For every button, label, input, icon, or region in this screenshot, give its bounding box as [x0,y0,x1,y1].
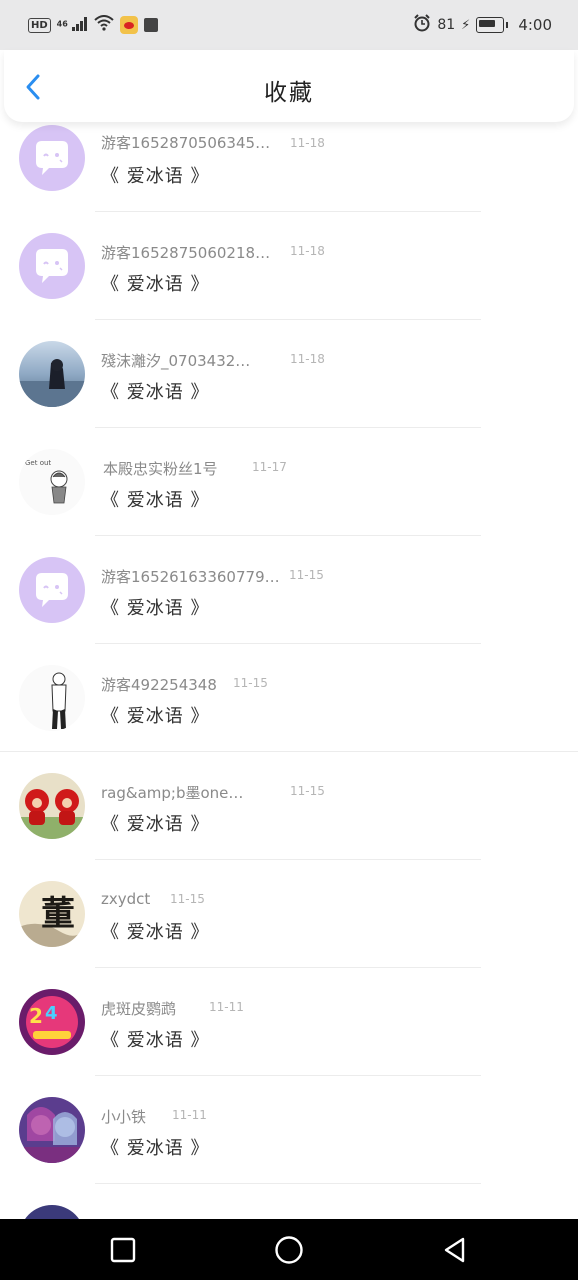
divider [95,1075,481,1076]
recents-button[interactable] [93,1225,153,1275]
avatar[interactable] [19,557,85,623]
list-item[interactable]: Get out 本殿忠实粉丝1号 11-17 《 爱冰语 》 [0,444,578,552]
list-item[interactable]: 24 虎斑皮鹦鹉 11-11 《 爱冰语 》 [0,984,578,1092]
calendar-icon [143,18,158,32]
novel-title[interactable]: 《 爱冰语 》 [101,486,209,512]
date: 11-15 [290,784,325,798]
novel-title[interactable]: 《 爱冰语 》 [101,810,209,836]
hd-icon: HD [28,17,51,33]
avatar[interactable] [19,1097,85,1163]
page-title: 收藏 [264,80,314,106]
date: 11-17 [252,460,287,474]
novel-title[interactable]: 《 爱冰语 》 [101,918,209,944]
svg-text:董: 董 [41,894,75,934]
username: 游客492254348 [101,676,217,694]
app-header: 收藏 [4,50,574,122]
signal-label: 46 [56,18,68,28]
avatar[interactable]: 董 [19,881,85,947]
username: 本殿忠实粉丝1号 [103,460,218,478]
signal-icon: 46 [56,16,88,34]
favorites-list: 游客1652870506345… 11-18 《 爱冰语 》 游客1652875… [0,120,578,1280]
triangle-back-icon [444,1237,465,1262]
battery-tip [506,22,509,28]
status-bar: HD 46 81 ⚡ 4:00 [0,0,578,50]
date: 11-18 [290,136,325,150]
divider [95,643,481,644]
avatar[interactable]: 24 [19,989,85,1055]
divider [95,319,481,320]
date: 11-18 [290,244,325,258]
username: 游客1652875060218… [101,244,271,262]
divider [95,427,481,428]
novel-title[interactable]: 《 爱冰语 》 [101,1134,209,1160]
weibo-icon [119,16,138,34]
avatar[interactable] [19,341,85,407]
list-item[interactable]: 小小铁 11-11 《 爱冰语 》 [0,1092,578,1200]
username: 殘沫灕汐_0703432… [101,352,251,370]
battery-icon [476,17,505,33]
username: 游客16526163360779ha4 [101,568,281,586]
novel-title[interactable]: 《 爱冰语 》 [101,162,209,188]
username: 虎斑皮鹦鹉 [101,1000,177,1018]
svg-text:Get out: Get out [25,459,51,467]
wifi-icon [93,15,114,35]
divider [95,211,481,212]
list-item[interactable]: 游客492254348 11-15 《 爱冰语 》 [0,660,578,768]
list-item[interactable]: 游客16526163360779ha4 11-15 《 爱冰语 》 [0,552,578,660]
circle-icon [275,1235,303,1264]
back-nav-button[interactable] [425,1225,485,1275]
clock-time: 4:00 [518,16,552,34]
svg-text:4: 4 [45,1003,58,1024]
svg-text:2: 2 [29,1004,43,1028]
avatar[interactable] [19,665,85,731]
alarm-icon [413,14,431,36]
avatar[interactable] [19,125,85,191]
avatar[interactable] [19,233,85,299]
novel-title[interactable]: 《 爱冰语 》 [101,378,209,404]
list-item[interactable]: rag&amp;b墨one… 11-15 《 爱冰语 》 [0,768,578,876]
username: rag&amp;b墨one… [101,784,244,802]
status-left: HD 46 [28,15,158,35]
date: 11-18 [290,352,325,366]
divider [95,967,481,968]
screen: HD 46 81 ⚡ 4:00 收藏 游客1652870506345… 11-1… [0,0,578,1280]
list-item[interactable]: 游客1652870506345… 11-18 《 爱冰语 》 [0,120,578,228]
date: 11-11 [172,1108,207,1122]
status-right: 81 ⚡ 4:00 [413,14,552,36]
username: zxydct [101,890,151,908]
novel-title[interactable]: 《 爱冰语 》 [101,594,209,620]
square-icon [110,1237,136,1262]
divider [95,1183,481,1184]
divider [95,535,481,536]
date: 11-15 [233,676,268,690]
avatar[interactable]: Get out [19,449,85,515]
novel-title[interactable]: 《 爱冰语 》 [101,702,209,728]
novel-title[interactable]: 《 爱冰语 》 [101,1026,209,1052]
novel-title[interactable]: 《 爱冰语 》 [101,270,209,296]
list-item[interactable]: 殘沫灕汐_0703432… 11-18 《 爱冰语 》 [0,336,578,444]
date: 11-11 [209,1000,244,1014]
list-item[interactable]: 董 zxydct 11-15 《 爱冰语 》 [0,876,578,984]
date: 11-15 [170,892,205,906]
home-button[interactable] [259,1225,319,1275]
divider [0,751,578,752]
list-item[interactable]: 游客1652875060218… 11-18 《 爱冰语 》 [0,228,578,336]
divider [95,859,481,860]
avatar[interactable] [19,773,85,839]
username: 小小铁 [101,1108,147,1126]
date: 11-15 [289,568,324,582]
charging-icon: ⚡ [461,17,471,33]
battery-percent: 81 [437,17,456,33]
username: 游客1652870506345… [101,134,271,152]
system-nav-bar [0,1219,578,1280]
